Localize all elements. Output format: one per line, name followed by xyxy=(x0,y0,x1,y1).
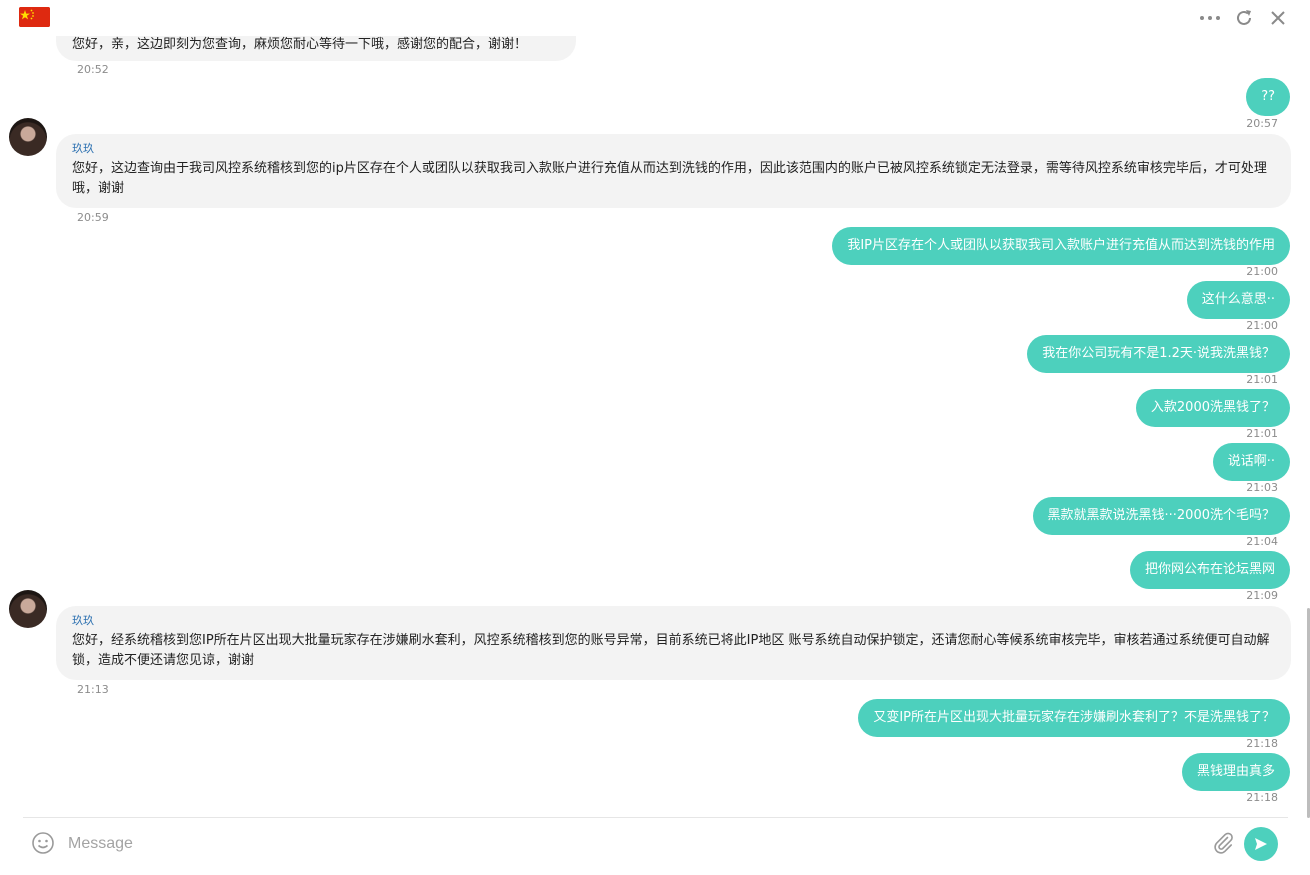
message-text: 黑款就黑款说洗黑钱···2000洗个毛吗？ xyxy=(1047,508,1275,523)
user-message-bubble: 黑钱理由真多 xyxy=(1181,753,1290,791)
user-message-bubble: 我在你公司玩有不是1.2天·说我洗黑钱？ xyxy=(1027,335,1290,373)
message-time: 21:18 xyxy=(1246,737,1278,750)
message-composer xyxy=(0,818,1300,875)
message-text: 您好，经系统稽核到您IP所在片区出现大批量玩家存在涉嫌刷水套利，风控系统稽核到您… xyxy=(72,633,1270,668)
message-time: 21:00 xyxy=(1246,319,1278,332)
message-time: 20:59 xyxy=(77,211,109,224)
message-text: 我在你公司玩有不是1.2天·说我洗黑钱？ xyxy=(1042,346,1275,361)
message-time: 21:13 xyxy=(77,683,109,696)
agent-name: 玖玖 xyxy=(72,142,94,155)
user-message-bubble: 入款2000洗黑钱了？ xyxy=(1135,389,1290,427)
message-text: 入款2000洗黑钱了？ xyxy=(1150,400,1275,415)
agent-avatar xyxy=(9,118,47,156)
send-icon xyxy=(1255,838,1267,850)
user-message-bubble: 黑款就黑款说洗黑钱···2000洗个毛吗？ xyxy=(1032,497,1290,535)
message-text: 又变IP所在片区出现大批量玩家存在涉嫌刷水套利了？不是洗黑钱了？ xyxy=(873,710,1275,725)
message-text: 我IP片区存在个人或团队以获取我司入款账户进行充值从而达到洗钱的作用 xyxy=(847,238,1275,253)
user-message-bubble: 说话啊·· xyxy=(1212,443,1290,481)
message-time: 21:01 xyxy=(1246,373,1278,386)
message-input[interactable] xyxy=(68,831,1188,857)
message-text: ?? xyxy=(1261,89,1275,104)
smiley-icon[interactable] xyxy=(31,831,55,855)
message-text: 您好，这边查询由于我司风控系统稽核到您的ip片区存在个人或团队以获取我司入款账户… xyxy=(72,161,1267,196)
user-message-bubble: 这什么意思·· xyxy=(1186,281,1290,319)
message-text: 这什么意思·· xyxy=(1201,292,1275,307)
close-icon[interactable] xyxy=(1266,6,1290,30)
agent-name: 玖玖 xyxy=(72,614,94,627)
agent-message-bubble: 玖玖 您好，经系统稽核到您IP所在片区出现大批量玩家存在涉嫌刷水套利，风控系统稽… xyxy=(56,606,1291,680)
user-message-bubble: 我IP片区存在个人或团队以获取我司入款账户进行充值从而达到洗钱的作用 xyxy=(832,227,1290,265)
agent-avatar xyxy=(9,590,47,628)
user-message-bubble: 把你网公布在论坛黑网 xyxy=(1129,551,1290,589)
send-button[interactable] xyxy=(1244,827,1278,861)
message-time: 21:03 xyxy=(1246,481,1278,494)
user-message-bubble: ?? xyxy=(1246,78,1290,116)
agent-message-bubble: 玖玖 您好，这边查询由于我司风控系统稽核到您的ip片区存在个人或团队以获取我司入… xyxy=(56,134,1291,208)
refresh-icon[interactable] xyxy=(1232,6,1256,30)
message-time: 21:01 xyxy=(1246,427,1278,440)
user-message-bubble: 又变IP所在片区出现大批量玩家存在涉嫌刷水套利了？不是洗黑钱了？ xyxy=(858,699,1290,737)
chat-header xyxy=(0,0,1310,36)
message-time: 21:09 xyxy=(1246,589,1278,602)
message-text: 把你网公布在论坛黑网 xyxy=(1144,562,1275,577)
message-time: 21:18 xyxy=(1246,791,1278,804)
message-time: 20:57 xyxy=(1246,117,1278,130)
message-text: 黑钱理由真多 xyxy=(1196,764,1275,779)
message-time: 21:00 xyxy=(1246,265,1278,278)
message-time: 20:52 xyxy=(77,63,109,76)
china-flag-icon xyxy=(19,7,50,27)
message-text: 说话啊·· xyxy=(1227,454,1275,469)
message-time: 21:04 xyxy=(1246,535,1278,548)
paperclip-icon[interactable] xyxy=(1211,831,1235,855)
more-icon[interactable] xyxy=(1198,6,1222,30)
message-list[interactable]: 您好，亲，这边即刻为您查询，麻烦您耐心等待一下哦，感谢您的配合，谢谢！ 20:5… xyxy=(0,0,1300,815)
